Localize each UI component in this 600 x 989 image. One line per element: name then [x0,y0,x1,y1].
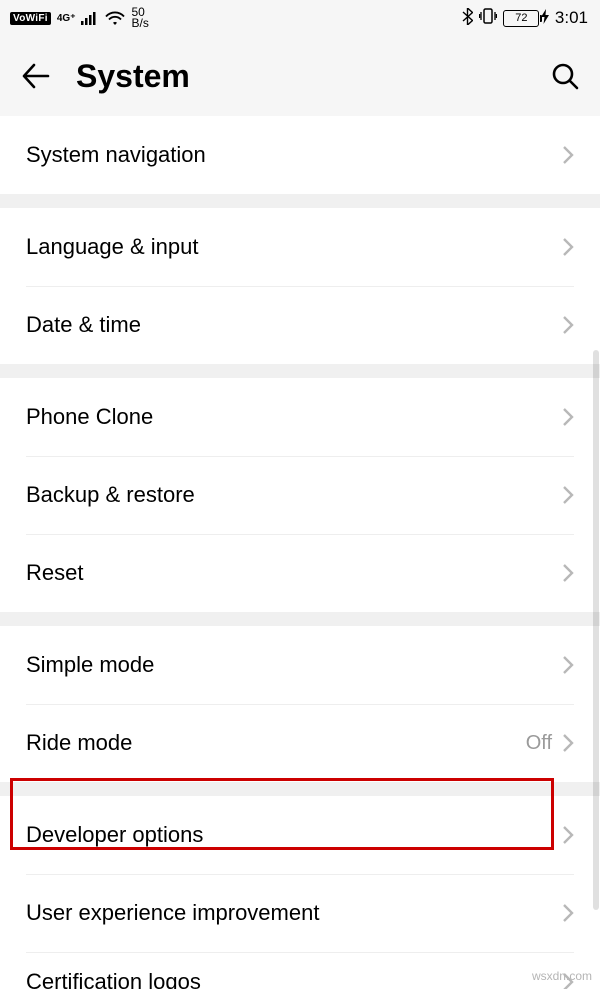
wifi-icon [105,11,125,26]
search-icon [550,61,580,91]
row-label: Backup & restore [26,482,562,508]
settings-list: System navigation Language & input Date … [0,116,600,989]
row-value: Off [526,732,552,755]
chevron-right-icon [562,825,574,845]
status-bar: VoWiFi 4G⁺ 50 B/s 72 3:01 [0,0,600,36]
search-button[interactable] [548,59,582,93]
settings-group: System navigation [0,116,600,194]
back-arrow-icon [20,61,50,91]
network-mode: 4G⁺ [57,14,76,23]
chevron-right-icon [562,733,574,753]
row-reset[interactable]: Reset [0,534,600,612]
row-label: User experience improvement [26,900,562,926]
row-phone-clone[interactable]: Phone Clone [0,378,600,456]
row-label: Simple mode [26,652,562,678]
settings-group: Developer options User experience improv… [0,796,600,989]
chevron-right-icon [562,237,574,257]
row-label: Ride mode [26,730,526,756]
row-language-input[interactable]: Language & input [0,208,600,286]
row-user-experience-improvement[interactable]: User experience improvement [0,874,600,952]
battery-indicator: 72 [503,9,549,27]
settings-group: Phone Clone Backup & restore Reset [0,378,600,612]
vibrate-icon [479,8,497,28]
charging-icon [541,9,549,27]
status-right: 72 3:01 [462,8,588,29]
row-certification-logos[interactable]: Certification logos [0,952,600,989]
chevron-right-icon [562,903,574,923]
row-ride-mode[interactable]: Ride mode Off [0,704,600,782]
row-label: System navigation [26,142,562,168]
header: System [0,36,600,116]
signal-icon [81,11,99,25]
vowifi-badge: VoWiFi [10,12,51,25]
chevron-right-icon [562,315,574,335]
row-system-navigation[interactable]: System navigation [0,116,600,194]
back-button[interactable] [18,59,52,93]
row-label: Date & time [26,312,562,338]
chevron-right-icon [562,485,574,505]
clock: 3:01 [555,8,588,28]
settings-group: Simple mode Ride mode Off [0,626,600,782]
row-simple-mode[interactable]: Simple mode [0,626,600,704]
status-left: VoWiFi 4G⁺ 50 B/s [10,7,149,29]
settings-group: Language & input Date & time [0,208,600,364]
watermark: wsxdn.com [532,969,592,983]
network-speed: 50 B/s [131,7,148,29]
bluetooth-icon [462,8,473,29]
row-label: Language & input [26,234,562,260]
row-label: Certification logos [26,969,562,989]
chevron-right-icon [562,655,574,675]
row-label: Phone Clone [26,404,562,430]
scroll-indicator [593,350,599,910]
row-label: Reset [26,560,562,586]
page-title: System [76,58,524,95]
chevron-right-icon [562,407,574,427]
chevron-right-icon [562,145,574,165]
row-backup-restore[interactable]: Backup & restore [0,456,600,534]
row-developer-options[interactable]: Developer options [0,796,600,874]
row-date-time[interactable]: Date & time [0,286,600,364]
chevron-right-icon [562,563,574,583]
row-label: Developer options [26,822,562,848]
